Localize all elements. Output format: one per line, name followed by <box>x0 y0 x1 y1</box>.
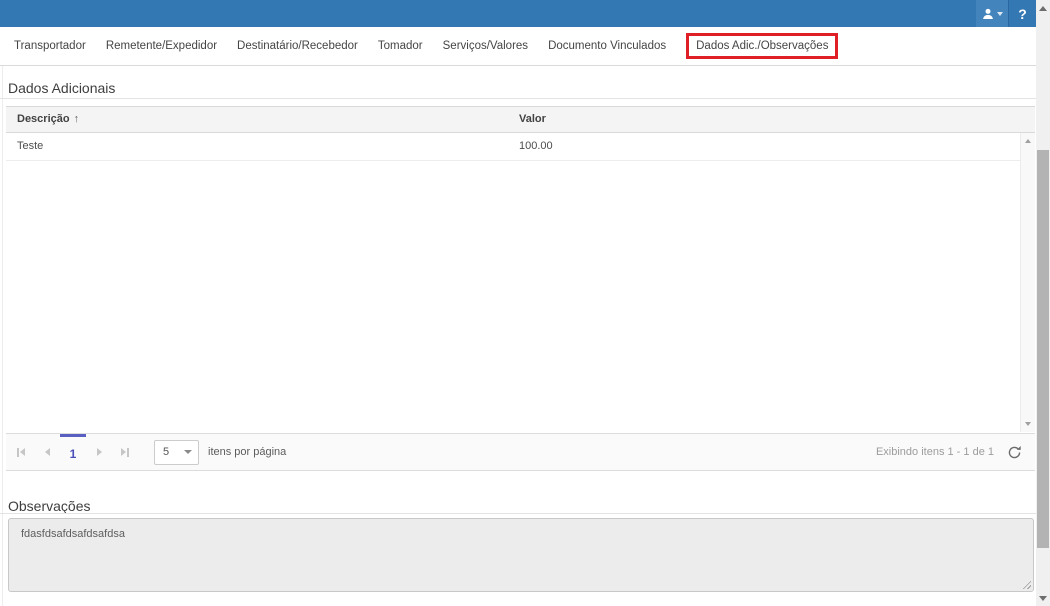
seek-last-icon <box>127 448 129 457</box>
chevron-down-icon <box>184 450 192 454</box>
scrollbar-thumb[interactable] <box>1037 150 1049 548</box>
section-divider <box>0 513 1036 514</box>
seek-first-icon <box>17 448 19 457</box>
tab-strip: Transportador Remetente/Expedidor Destin… <box>0 27 1036 66</box>
prev-arrow-icon <box>45 448 50 456</box>
tab-documento-vinculados[interactable]: Documento Vinculados <box>538 40 676 52</box>
grid-pager: 1 5 itens por página Exibindo itens 1 - … <box>6 433 1035 471</box>
tab-remetente-expedidor[interactable]: Remetente/Expedidor <box>96 40 227 52</box>
refresh-button[interactable] <box>1006 444 1022 460</box>
user-menu-button[interactable] <box>976 0 1008 27</box>
pager-right-group: Exibindo itens 1 - 1 de 1 <box>876 444 1035 460</box>
section-divider <box>0 98 1036 99</box>
resize-grip-icon[interactable] <box>1021 579 1031 589</box>
cell-descricao: Teste <box>17 133 43 159</box>
page-size-value: 5 <box>163 446 169 458</box>
scroll-up-icon[interactable] <box>1036 1 1050 15</box>
items-per-page-label: itens por página <box>208 446 286 458</box>
next-page-button[interactable] <box>86 434 112 470</box>
section-title-dados-adicionais: Dados Adicionais <box>8 80 115 96</box>
observacoes-text: fdasfdsafdsafdsafdsa <box>21 528 125 540</box>
page-vertical-scrollbar[interactable] <box>1036 0 1050 606</box>
column-header-descricao-label: Descrição <box>17 113 70 125</box>
tab-transportador[interactable]: Transportador <box>4 40 96 52</box>
tab-servicos-valores[interactable]: Serviços/Valores <box>433 40 538 52</box>
top-navbar: ? <box>0 0 1036 27</box>
tab-tomador[interactable]: Tomador <box>368 40 433 52</box>
scroll-down-icon[interactable] <box>1036 591 1050 605</box>
window-left-border <box>2 27 3 606</box>
table-row[interactable]: Teste 100.00 <box>6 133 1020 161</box>
user-icon <box>982 8 994 20</box>
column-header-descricao[interactable]: Descrição ↑ <box>17 107 79 132</box>
grid-header-row: Descrição ↑ Valor <box>6 106 1035 133</box>
page-size-select[interactable]: 5 <box>154 440 199 465</box>
column-header-valor[interactable]: Valor <box>519 107 546 132</box>
next-arrow-icon <box>97 448 102 456</box>
tab-dados-adic-observacoes[interactable]: Dados Adic./Observações <box>686 33 838 59</box>
scroll-down-icon[interactable] <box>1021 418 1035 430</box>
sort-asc-icon: ↑ <box>74 113 80 125</box>
pager-info-text: Exibindo itens 1 - 1 de 1 <box>876 446 994 458</box>
first-page-button[interactable] <box>8 434 34 470</box>
observacoes-textarea[interactable]: fdasfdsafdsafdsafdsa <box>8 518 1034 592</box>
help-button[interactable]: ? <box>1009 0 1036 27</box>
seek-first-arrow <box>20 448 25 456</box>
dados-adicionais-grid: Descrição ↑ Valor Teste 100.00 <box>6 106 1035 432</box>
previous-page-button[interactable] <box>34 434 60 470</box>
app-window: ? Transportador Remetente/Expedidor Dest… <box>0 0 1050 606</box>
last-page-button[interactable] <box>112 434 138 470</box>
chevron-down-icon <box>997 12 1003 16</box>
tab-destinatario-recebedor[interactable]: Destinatário/Recebedor <box>227 40 368 52</box>
grid-vertical-scrollbar[interactable] <box>1020 133 1035 432</box>
scroll-up-icon[interactable] <box>1021 135 1035 147</box>
section-title-observacoes: Observações <box>8 498 90 514</box>
grid-body: Teste 100.00 <box>6 133 1035 432</box>
seek-last-arrow <box>121 448 126 456</box>
page-number-current[interactable]: 1 <box>60 434 86 470</box>
cell-valor: 100.00 <box>519 133 553 159</box>
